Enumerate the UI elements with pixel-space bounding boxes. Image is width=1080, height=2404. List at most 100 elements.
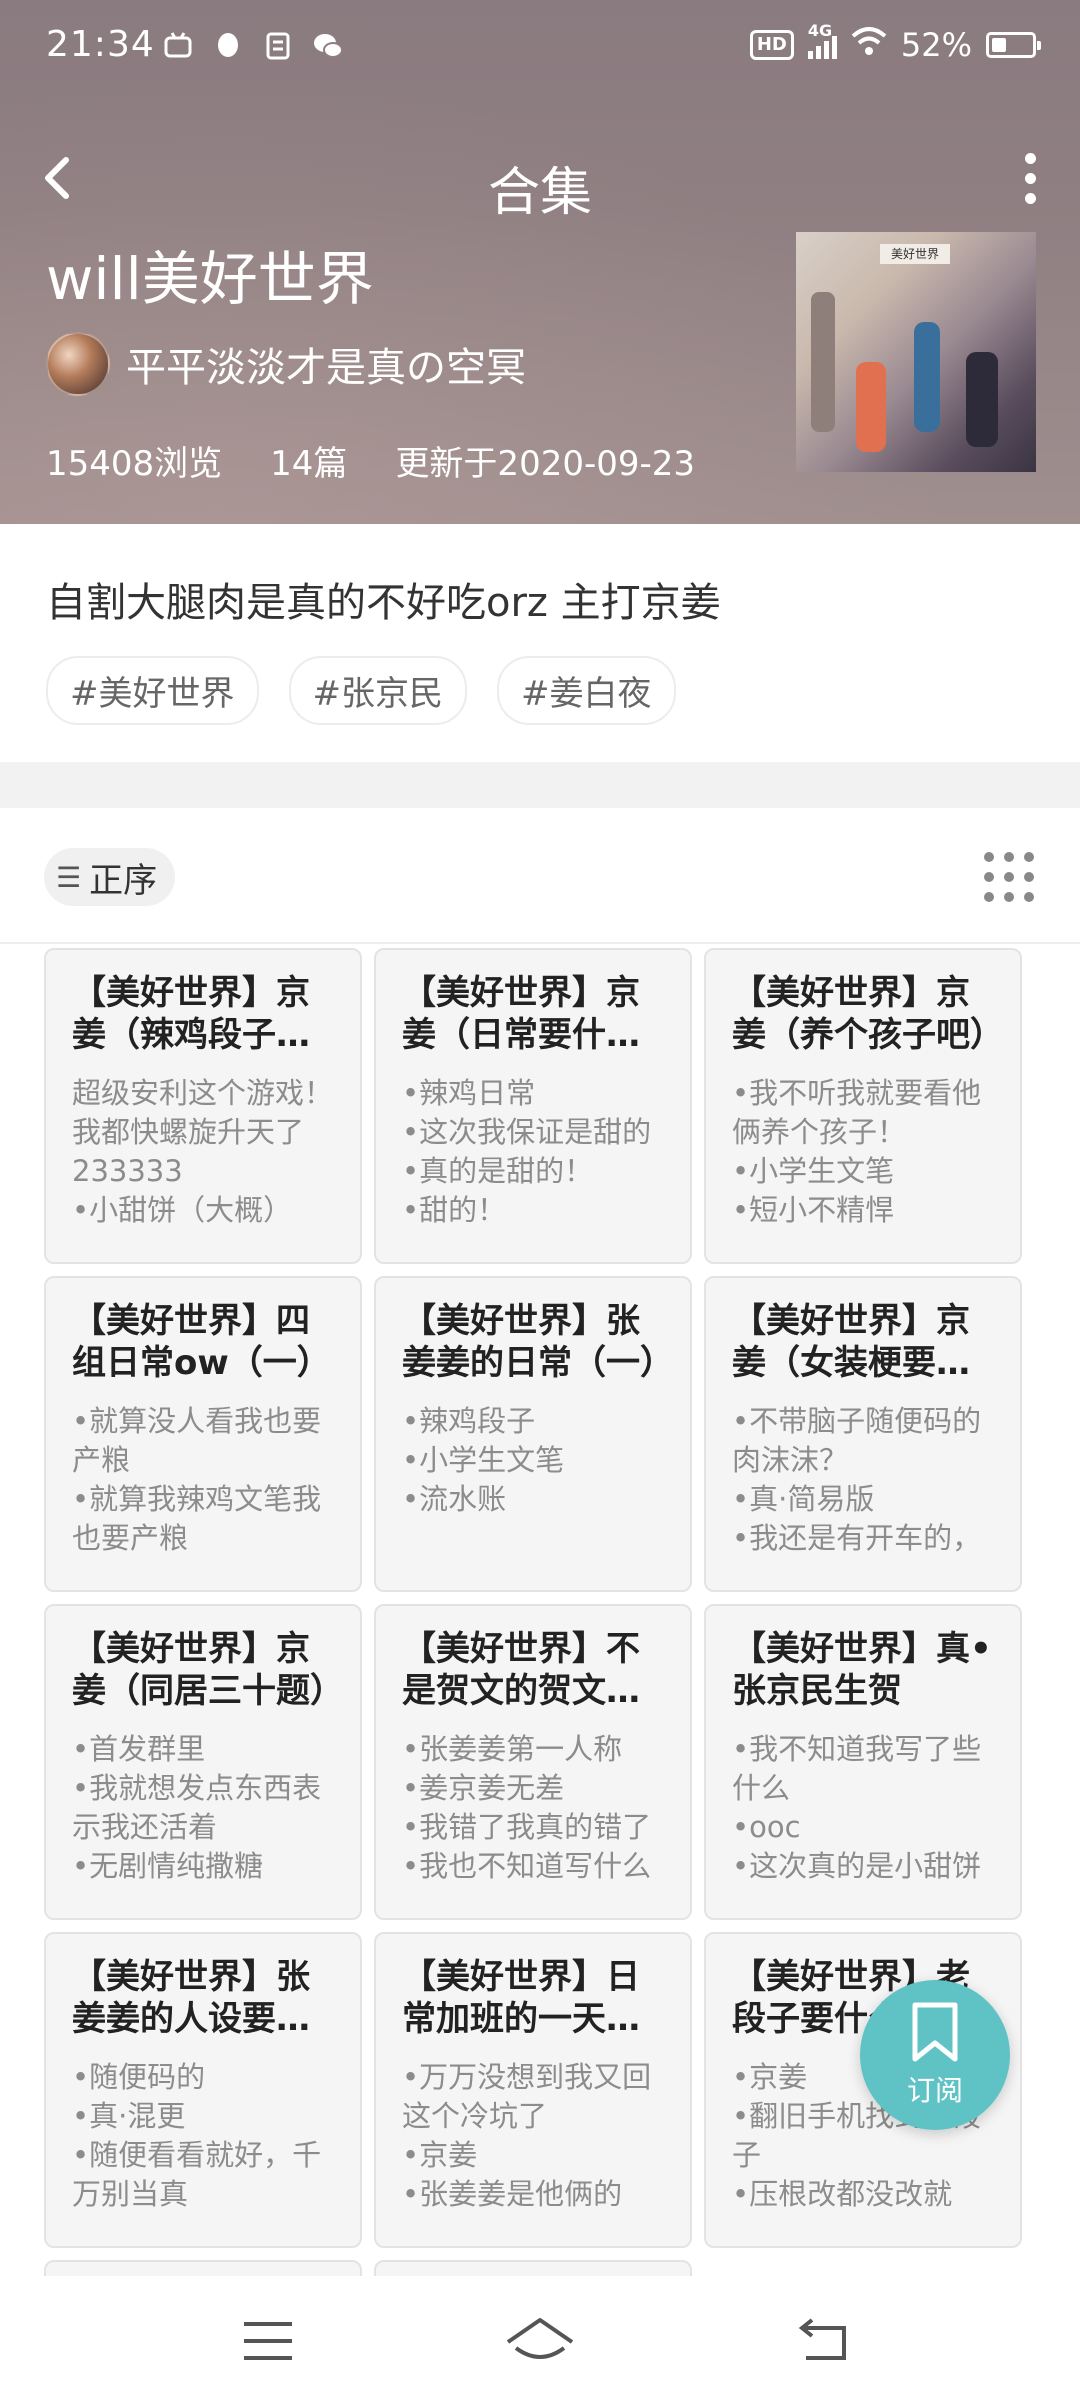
summary-line: •不带脑子随便码的肉沫沫？ [732, 1404, 982, 1477]
post-count: 14篇 [270, 444, 348, 484]
article-card[interactable]: 【美好世界】日常加班的一天（一） •万万没想到我又回这个冷坑了 •京姜 •张姜姜是他俩… [374, 1932, 692, 2248]
subscribe-label: 订阅 [906, 2074, 963, 2107]
summary-line: •无剧情纯撒糖 [72, 1849, 264, 1880]
article-title: 【美好世界】日常加班的一天（一） [402, 1957, 640, 2039]
article-card[interactable]: 【美好世界】京姜（养个孩子吧） •我不听我就要看他俩养个孩子！ •小学生文笔 •短小不… [704, 948, 1022, 1264]
summary-line: •我就想发点东西表示我还活着 [72, 1771, 322, 1844]
status-right: HD 4G 52% [749, 21, 1041, 64]
wifi-icon [851, 26, 887, 64]
status-time: 21:34 [46, 24, 155, 65]
more-dot [1024, 172, 1036, 184]
qq-icon [212, 30, 244, 62]
grid-view-button[interactable] [984, 852, 1036, 904]
bilibili-icon [162, 30, 194, 62]
grid-dot [1024, 852, 1034, 862]
status-bar: 21:34 HD 4G 52% [0, 0, 1080, 98]
back-nav-button[interactable] [784, 2306, 864, 2376]
summary-line: •我不知道我写了些什么 [732, 1732, 982, 1805]
article-title: 【美好世界】京姜（日常要什么标题） [402, 973, 640, 1055]
more-dot [1024, 152, 1036, 164]
summary-line: •随便看看就好，千万别当真 [72, 2138, 322, 2208]
article-card[interactable]: 【美好世界】真•张京民生贺 •我不知道我写了些什么 •ooc •这次真的是小甜饼了！ [704, 1604, 1022, 1920]
article-summary: •张姜姜第一人称 •姜京姜无差 •我错了我真的错了 •我也不知道写什么玩意 [402, 1730, 672, 1880]
author-avatar[interactable] [46, 332, 110, 396]
grid-dot [984, 852, 994, 862]
article-title: 【美好世界】张姜姜的人设要不要 [72, 1957, 310, 2039]
menu-nav-button[interactable] [228, 2306, 308, 2376]
summary-line: •我还是有开车的，不过就不顶风作案 [732, 1521, 982, 1552]
top-bar: 合集 [0, 140, 1080, 223]
summary-line: •这次真的是小甜饼了！ [732, 1849, 982, 1880]
article-card[interactable]: 【美好世界】京姜（同居三十题） •首发群里 •我就想发点东西表示我还活着 •无剧情纯撒… [44, 1604, 362, 1920]
summary-line: •小甜饼（大概） [72, 1193, 293, 1224]
sort-order-icon: ☰ [56, 860, 82, 894]
article-card[interactable]: 【美好世界】四组日常ow（一） •就算没人看我也要产粮•就算我辣鸡文笔我也要产粮•… [44, 1276, 362, 1592]
article-summary: •我不听我就要看他俩养个孩子！•小学生文笔•短小不精悍•真·虐狗 [732, 1074, 1002, 1224]
more-options-button[interactable] [1000, 146, 1060, 210]
section-divider [0, 762, 1080, 808]
tag-list: #美好世界 #张京民 #姜白夜 [46, 656, 676, 725]
article-card[interactable]: 【美好世界】张姜姜的人设要不要•随便码的•真·混更•随便看看就好，千万别当真•以… [44, 1932, 362, 2248]
subscribe-button[interactable]: 订阅 [860, 1980, 1010, 2130]
menu-icon [244, 2322, 292, 2360]
article-title: 【美好世界】张姜姜的日常（一） [402, 1301, 672, 1383]
article-card[interactable]: 【美好世界】张姜姜的日常（一） •辣鸡段子 •小学生文笔 •流水账 [374, 1276, 692, 1592]
grid-dot [1004, 852, 1014, 862]
grid-dot [984, 872, 994, 882]
summary-line: •甜的！ [402, 1193, 507, 1224]
summary-line: •张姜姜是他俩的 [402, 2177, 623, 2208]
tag-chip[interactable]: #姜白夜 [497, 656, 676, 725]
view-count: 15408浏览 [46, 444, 223, 484]
home-nav-button[interactable] [500, 2306, 580, 2376]
article-title: 【美好世界】京姜（辣鸡段子合集） [72, 973, 310, 1055]
summary-line: •我错了我真的错了 [402, 1810, 652, 1844]
collection-cover-image[interactable]: 美好世界 [796, 232, 1036, 472]
more-dot [1024, 192, 1036, 204]
summary-line: •小学生文笔 [402, 1443, 565, 1477]
article-summary: 超级安利这个游戏！我都快螺旋升天了233333•小甜饼（大概）•小学生文笔 [72, 1074, 342, 1224]
grid-dot [1004, 892, 1014, 902]
notification-icons [162, 30, 344, 62]
system-nav-bar [0, 2276, 1080, 2404]
wechat-icon [312, 30, 344, 62]
author-name[interactable]: 平平淡淡才是真の空冥 [126, 335, 526, 393]
summary-line: •这次我保证是甜的 [402, 1115, 652, 1149]
summary-line: •就算我辣鸡文笔我也要产粮 [72, 1482, 322, 1552]
cover-figure [914, 322, 940, 432]
grid-dot [1024, 872, 1034, 882]
summary-line: •万万没想到我又回这个冷坑了 [402, 2060, 652, 2133]
bookmark-icon [912, 2002, 958, 2062]
summary-line: •我也不知道写什么玩意 [402, 1849, 652, 1880]
cover-figure [811, 292, 835, 432]
sort-order-button[interactable]: ☰ 正序 [44, 848, 176, 906]
article-summary: •万万没想到我又回这个冷坑了 •京姜 •张姜姜是他俩的 [402, 2058, 672, 2208]
summary-line: •小学生文笔 [732, 1154, 895, 1188]
grid-dot [984, 892, 994, 902]
collection-stats: 15408浏览 14篇 更新于2020-09-23 [46, 436, 695, 485]
home-icon [506, 2318, 574, 2359]
article-summary: •辣鸡段子 •小学生文笔 •流水账 [402, 1402, 672, 1552]
article-title: 【美好世界】四组日常ow（一） [72, 1301, 331, 1383]
hd-badge: HD [749, 30, 794, 60]
article-title: 【美好世界】真•张京民生贺 [732, 1629, 992, 1711]
article-card[interactable]: 【美好世界】京姜（日常要什么标题） •辣鸡日常 •这次我保证是甜的 •真的是甜的！ •甜… [374, 948, 692, 1264]
battery-icon [986, 32, 1041, 58]
grid-dot [1024, 892, 1034, 902]
return-icon [798, 2318, 846, 2360]
summary-line: •京姜 [402, 2138, 478, 2172]
cover-label: 美好世界 [880, 244, 950, 264]
summary-line: •真·简易版 [732, 1482, 875, 1516]
collection-description: 自割大腿肉是真的不好吃orz 主打京姜 [46, 580, 721, 626]
article-card[interactable]: 【美好世界】京姜（辣鸡段子合集） 超级安利这个游戏！我都快螺旋升天了233333 •… [44, 948, 362, 1264]
author-row[interactable]: 平平淡淡才是真の空冥 [46, 332, 526, 396]
summary-line: •短小不精悍 [732, 1193, 895, 1224]
article-title: 【美好世界】京姜（女装梗要不要） [732, 1301, 970, 1383]
sort-label: 正序 [89, 860, 158, 901]
cover-figure [856, 362, 886, 452]
article-card[interactable]: 【美好世界】京姜（女装梗要不要） •不带脑子随便码的肉沫沫？ •真·简易版 •我还是有… [704, 1276, 1022, 1592]
article-card[interactable]: 【美好世界】不是贺文的贺文（上）•张姜姜第一人称•姜京姜无差•我错了我真的错了•… [374, 1604, 692, 1920]
tag-chip[interactable]: #张京民 [288, 656, 467, 725]
summary-line: •辣鸡段子 [402, 1404, 536, 1438]
summary-line: •就算没人看我也要产粮 [72, 1404, 322, 1477]
tag-chip[interactable]: #美好世界 [46, 656, 259, 725]
